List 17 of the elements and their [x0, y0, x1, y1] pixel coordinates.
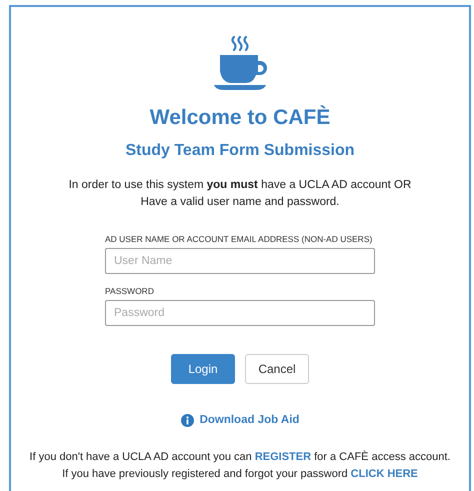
info-icon: [180, 414, 194, 427]
intro-text: Have a valid user name and password.: [140, 195, 340, 210]
page-title: Welcome to CAFÈ: [150, 105, 330, 131]
download-link[interactable]: Download Job Aid: [200, 412, 300, 429]
input-field[interactable]: Password: [105, 300, 375, 326]
footer-link[interactable]: REGISTER: [254, 451, 312, 463]
field-label: AD USER NAME OR ACCOUNT EMAIL ADDRESS (NON-AD USERS): [105, 233, 374, 246]
page-subtitle: Study Team Form Submission: [125, 141, 355, 162]
intro-text: In order to use this system you must have a UCLA AD account OR: [68, 178, 412, 194]
footer-text: If you have previously registered and forgot your password CLICK HERE: [62, 467, 418, 482]
footer-link[interactable]: CLICK HERE: [350, 468, 418, 480]
footer-text: If you don't have a UCLA AD account you can REGISTER for a CAFÈ access account.: [30, 450, 450, 465]
coffee-cup-icon: [212, 35, 268, 91]
cancel-button[interactable]: Cancel: [245, 354, 309, 384]
input-field[interactable]: User Name: [105, 248, 375, 274]
field-label: PASSWORD: [105, 285, 155, 298]
login-button[interactable]: Login: [171, 354, 235, 384]
